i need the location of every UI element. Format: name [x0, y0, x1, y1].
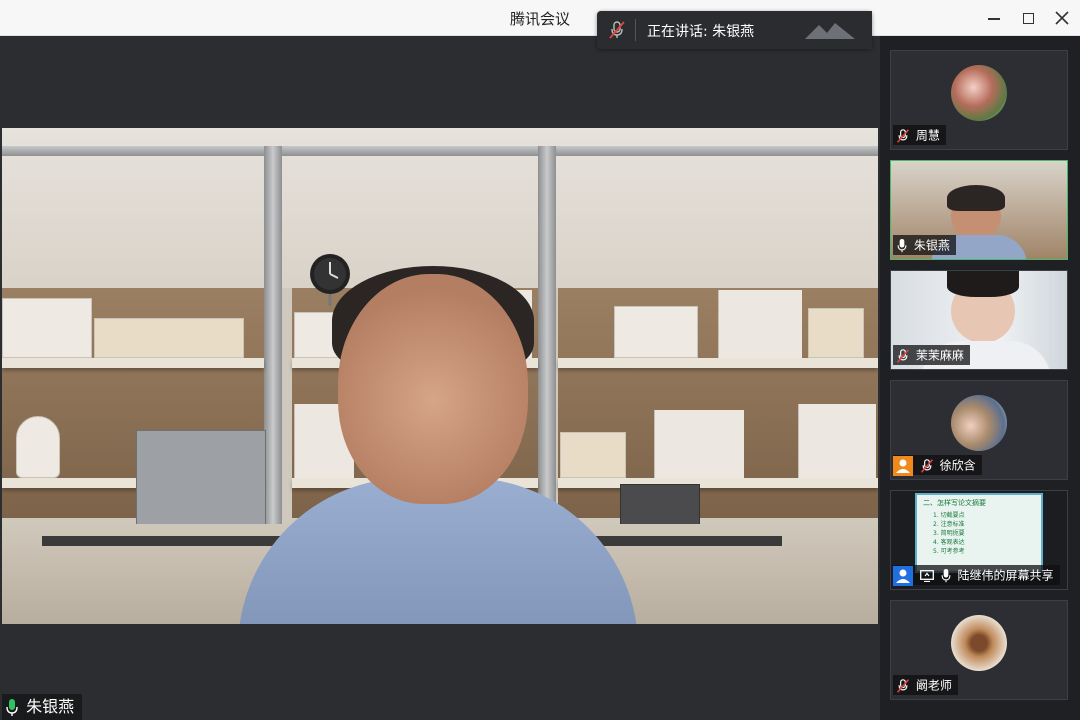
participant-name: 茉茉麻麻	[915, 348, 964, 363]
mic-muted-icon	[896, 678, 910, 693]
close-button[interactable]	[1050, 6, 1074, 30]
minimize-icon	[988, 18, 1000, 20]
participant-tile[interactable]: 周慧	[890, 50, 1068, 150]
user-icon	[893, 455, 913, 476]
participant-label: 茉茉麻麻	[893, 345, 970, 365]
participant-name: 陆继伟的屏幕共享	[957, 568, 1054, 583]
mic-muted-icon	[896, 348, 910, 363]
slide-line: 1. 切截要点	[933, 512, 965, 519]
slide-heading: 二、怎样写论文摘要	[923, 499, 986, 507]
speaker-camera-feed	[2, 128, 878, 624]
participant-tile-active[interactable]: 朱银燕	[890, 160, 1068, 260]
avatar	[951, 65, 1007, 121]
slide-line: 3. 简明扼要	[933, 530, 965, 537]
speaking-banner: 正在讲话: 朱银燕	[597, 11, 872, 49]
maximize-icon	[1022, 13, 1034, 24]
participant-label: 朱银燕	[893, 235, 956, 255]
slide-line: 2. 注意标准	[933, 521, 965, 528]
participant-name: 周慧	[915, 128, 940, 143]
mic-on-icon	[897, 238, 907, 252]
screen-share-icon	[919, 569, 934, 582]
avatar	[951, 395, 1007, 451]
mic-muted-icon	[609, 21, 625, 39]
mic-on-icon	[6, 698, 18, 716]
slide-line: 4. 客观表达	[933, 539, 965, 546]
participant-name: 阚老师	[915, 678, 952, 693]
mic-muted-icon	[920, 458, 933, 473]
participant-tile[interactable]: 阚老师	[890, 600, 1068, 700]
slide-line: 5. 可考参考	[933, 548, 965, 555]
participant-tile[interactable]: 茉茉麻麻	[890, 270, 1068, 370]
maximize-button[interactable]	[1016, 6, 1040, 30]
speaker-name: 朱银燕	[26, 697, 75, 716]
participant-label: 周慧	[893, 125, 946, 145]
mic-on-icon	[941, 568, 951, 582]
participant-name: 朱银燕	[913, 238, 950, 253]
mic-muted-icon	[896, 128, 910, 143]
speaking-text: 正在讲话: 朱银燕	[647, 24, 755, 40]
participant-tile-screen-share[interactable]: 二、怎样写论文摘要 1. 切截要点 2. 注意标准 3. 简明扼要 4. 客观表…	[890, 490, 1068, 590]
participant-label: 徐欣含	[893, 455, 982, 476]
participant-label: 陆继伟的屏幕共享	[893, 565, 1060, 586]
speaker-name-tag: 朱银燕	[2, 694, 83, 720]
close-icon	[1055, 11, 1069, 25]
title-bar: 腾讯会议	[0, 0, 1080, 36]
participant-sidebar: 周慧 朱银燕 茉茉麻麻 徐欣含 二、怎样写论文摘要 1. 切截要点 2. 注意标…	[880, 36, 1080, 720]
mountain-icon	[805, 23, 855, 39]
minimize-button[interactable]	[982, 6, 1006, 30]
participant-tile[interactable]: 徐欣含	[890, 380, 1068, 480]
shared-slide: 二、怎样写论文摘要 1. 切截要点 2. 注意标准 3. 简明扼要 4. 客观表…	[915, 493, 1043, 573]
main-speaker-video[interactable]: 朱银燕	[2, 36, 878, 720]
user-icon	[893, 565, 913, 586]
participant-label: 阚老师	[893, 675, 958, 695]
window-title: 腾讯会议	[509, 10, 570, 28]
avatar	[951, 615, 1007, 671]
participant-name: 徐欣含	[939, 458, 976, 473]
